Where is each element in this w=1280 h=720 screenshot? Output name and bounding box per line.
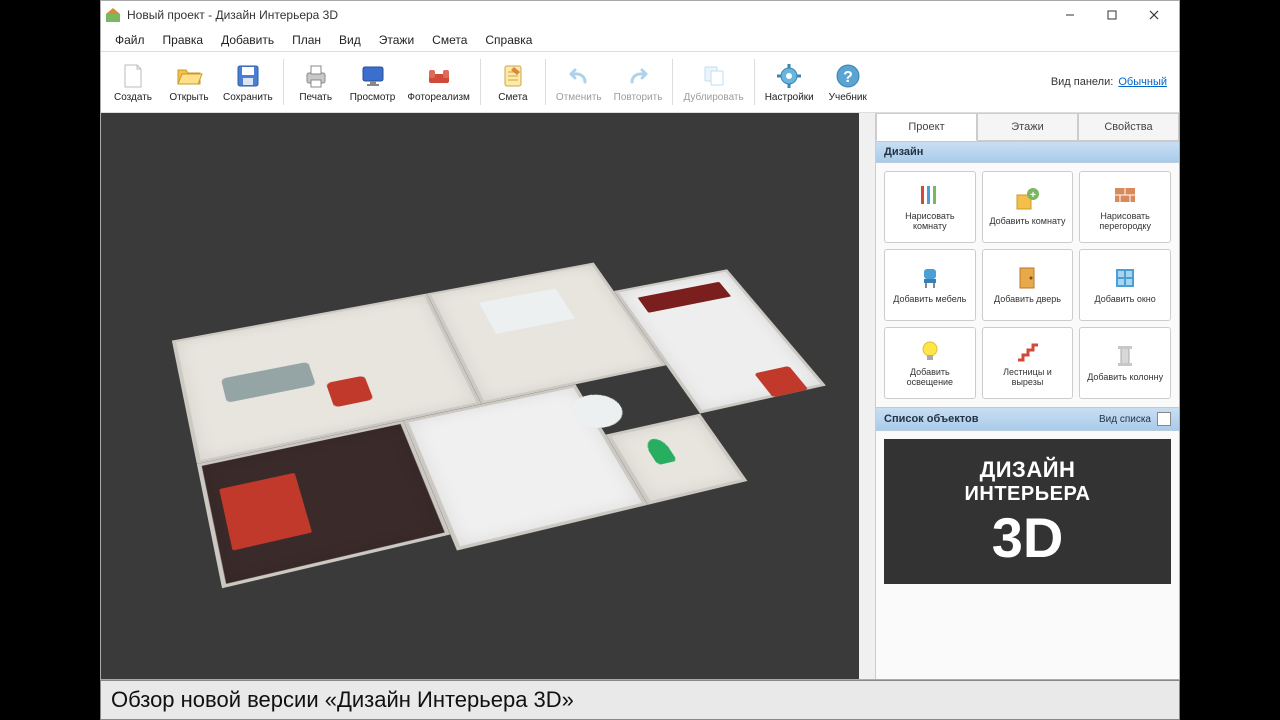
menubar: Файл Правка Добавить План Вид Этажи Смет…	[101, 29, 1179, 51]
gear-icon	[775, 62, 803, 90]
design-section-header: Дизайн	[876, 141, 1179, 163]
stairs-cutouts-button[interactable]: Лестницы и вырезы	[982, 327, 1074, 399]
brick-wall-icon	[1112, 182, 1138, 208]
duplicate-icon	[700, 62, 728, 90]
separator	[672, 59, 673, 105]
menu-file[interactable]: Файл	[107, 31, 153, 49]
viewport-scrollbar[interactable]	[859, 113, 875, 679]
estimate-button[interactable]: Смета	[485, 54, 541, 110]
menu-floors[interactable]: Этажи	[371, 31, 422, 49]
printer-icon	[302, 62, 330, 90]
save-button[interactable]: Сохранить	[217, 54, 279, 110]
side-tabs: Проект Этажи Свойства	[876, 113, 1179, 141]
pencil-ruler-icon	[917, 182, 943, 208]
new-file-icon	[119, 62, 147, 90]
panel-type-link[interactable]: Обычный	[1118, 76, 1167, 88]
minimize-button[interactable]	[1049, 1, 1091, 29]
column-icon	[1112, 343, 1138, 369]
help-icon: ?	[834, 62, 862, 90]
menu-estimate[interactable]: Смета	[424, 31, 475, 49]
design-tools-grid: Нарисовать комнату + Добавить комнату На…	[876, 163, 1179, 407]
sofa-icon	[425, 62, 453, 90]
help-button[interactable]: ? Учебник	[820, 54, 876, 110]
window-title: Новый проект - Дизайн Интерьера 3D	[127, 8, 1049, 22]
menu-add[interactable]: Добавить	[213, 31, 282, 49]
svg-text:?: ?	[843, 69, 853, 86]
panel-type-selector: Вид панели: Обычный	[1051, 76, 1175, 88]
add-lighting-button[interactable]: Добавить освещение	[884, 327, 976, 399]
promo-banner: ДИЗАЙН ИНТЕРЬЕРА 3D	[884, 439, 1171, 584]
duplicate-button[interactable]: Дублировать	[677, 54, 749, 110]
separator	[545, 59, 546, 105]
panel-type-label: Вид панели:	[1051, 76, 1113, 88]
draw-room-button[interactable]: Нарисовать комнату	[884, 171, 976, 243]
separator	[283, 59, 284, 105]
chair-icon	[917, 265, 943, 291]
app-icon	[105, 7, 121, 23]
open-button[interactable]: Открыть	[161, 54, 217, 110]
main-area: Проект Этажи Свойства Дизайн Нарисовать …	[101, 113, 1179, 679]
photorealism-button[interactable]: Фотореализм	[401, 54, 476, 110]
door-icon	[1014, 265, 1040, 291]
application-window: Новый проект - Дизайн Интерьера 3D Файл …	[100, 0, 1180, 680]
svg-text:+: +	[1031, 190, 1037, 201]
add-column-button[interactable]: Добавить колонну	[1079, 327, 1171, 399]
list-view-icon[interactable]	[1157, 412, 1171, 426]
titlebar: Новый проект - Дизайн Интерьера 3D	[101, 1, 1179, 29]
add-room-button[interactable]: + Добавить комнату	[982, 171, 1074, 243]
print-button[interactable]: Печать	[288, 54, 344, 110]
menu-help[interactable]: Справка	[477, 31, 540, 49]
add-room-icon: +	[1014, 187, 1040, 213]
tab-project[interactable]: Проект	[876, 113, 977, 141]
tab-properties[interactable]: Свойства	[1078, 113, 1179, 141]
tab-floors[interactable]: Этажи	[977, 113, 1078, 141]
lightbulb-icon	[917, 338, 943, 364]
close-button[interactable]	[1133, 1, 1175, 29]
save-icon	[234, 62, 262, 90]
redo-button[interactable]: Повторить	[608, 54, 669, 110]
toolbar: Создать Открыть Сохранить Печать Просмот…	[101, 51, 1179, 113]
window-controls	[1049, 1, 1175, 29]
undo-button[interactable]: Отменить	[550, 54, 608, 110]
floorplan-render	[111, 222, 875, 661]
add-window-button[interactable]: Добавить окно	[1079, 249, 1171, 321]
side-panel: Проект Этажи Свойства Дизайн Нарисовать …	[875, 113, 1179, 679]
menu-view[interactable]: Вид	[331, 31, 369, 49]
monitor-icon	[359, 62, 387, 90]
separator	[480, 59, 481, 105]
notepad-icon	[499, 62, 527, 90]
maximize-button[interactable]	[1091, 1, 1133, 29]
preview-button[interactable]: Просмотр	[344, 54, 402, 110]
add-door-button[interactable]: Добавить дверь	[982, 249, 1074, 321]
objects-section-header: Список объектов Вид списка	[876, 407, 1179, 431]
add-furniture-button[interactable]: Добавить мебель	[884, 249, 976, 321]
folder-open-icon	[175, 62, 203, 90]
redo-icon	[624, 62, 652, 90]
settings-button[interactable]: Настройки	[759, 54, 820, 110]
undo-icon	[565, 62, 593, 90]
window-icon	[1112, 265, 1138, 291]
stairs-icon	[1014, 338, 1040, 364]
video-caption: Обзор новой версии «Дизайн Интерьера 3D»	[100, 680, 1180, 720]
3d-viewport[interactable]	[101, 113, 875, 679]
list-view-link[interactable]: Вид списка	[1099, 414, 1151, 425]
draw-partition-button[interactable]: Нарисовать перегородку	[1079, 171, 1171, 243]
menu-plan[interactable]: План	[284, 31, 329, 49]
create-button[interactable]: Создать	[105, 54, 161, 110]
separator	[754, 59, 755, 105]
object-list-area: ДИЗАЙН ИНТЕРЬЕРА 3D	[876, 431, 1179, 679]
menu-edit[interactable]: Правка	[155, 31, 212, 49]
